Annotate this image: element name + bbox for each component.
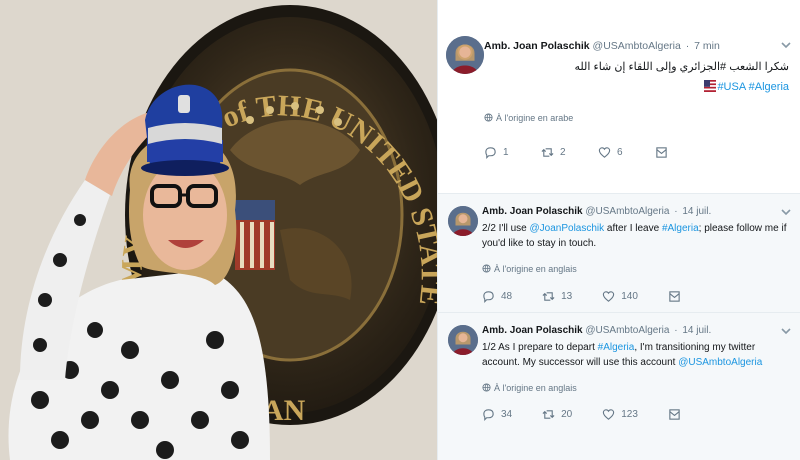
avatar[interactable] bbox=[448, 206, 478, 236]
direct-message-button[interactable] bbox=[668, 290, 681, 303]
translate-link[interactable]: À l'origine en anglais bbox=[482, 383, 577, 393]
translate-link[interactable]: À l'origine en arabe bbox=[484, 113, 573, 123]
reply-icon bbox=[485, 147, 496, 159]
tweet-time[interactable]: 14 juil. bbox=[682, 206, 711, 217]
tweet-hashtags: #USA #Algeria bbox=[704, 80, 789, 93]
tweet-header: Amb. Joan Polaschik @USAmbtoAlgeria · 7 … bbox=[484, 40, 779, 52]
tweet-actions: 1 2 6 bbox=[484, 146, 698, 159]
mention-link[interactable]: @JoanPolaschik bbox=[530, 223, 605, 234]
translate-link[interactable]: À l'origine en anglais bbox=[482, 264, 577, 274]
ambassador-photo: ARMY AGENCY of THE UNITED STATES of AMER… bbox=[0, 0, 437, 460]
retweet-button[interactable]: 2 bbox=[541, 146, 568, 159]
tweet-time[interactable]: 14 juil. bbox=[682, 325, 711, 336]
globe-icon bbox=[484, 113, 493, 122]
tweet-text: 1/2 As I prepare to depart #Algeria, I'm… bbox=[482, 340, 789, 370]
author-name[interactable]: Amb. Joan Polaschik bbox=[484, 40, 590, 52]
retweet-count: 2 bbox=[560, 147, 566, 158]
avatar[interactable] bbox=[448, 325, 478, 355]
tweet-text: شكرا الشعب #الجزائري وإلى اللقاء إن شاء … bbox=[574, 61, 789, 73]
mention-link[interactable]: @USAmbtoAlgeria bbox=[678, 357, 762, 368]
tweet-text: 2/2 I'll use @JoanPolaschik after I leav… bbox=[482, 221, 789, 251]
tweet-card[interactable]: Amb. Joan Polaschik @USAmbtoAlgeria · 14… bbox=[438, 193, 800, 312]
retweet-button[interactable]: 20 bbox=[542, 408, 572, 421]
direct-message-button[interactable] bbox=[668, 408, 681, 421]
author-name[interactable]: Amb. Joan Polaschik bbox=[482, 206, 583, 217]
like-count: 140 bbox=[621, 291, 638, 302]
like-count: 123 bbox=[621, 409, 638, 420]
reply-button[interactable]: 34 bbox=[482, 408, 512, 421]
retweet-icon bbox=[541, 148, 554, 157]
heart-icon bbox=[603, 409, 615, 420]
chevron-down-icon[interactable] bbox=[781, 207, 791, 217]
author-handle[interactable]: @USAmbtoAlgeria bbox=[585, 325, 669, 336]
heart-icon bbox=[603, 291, 615, 302]
photo-illustration: ARMY AGENCY of THE UNITED STATES of AMER… bbox=[0, 0, 437, 460]
tweet-header: Amb. Joan Polaschik @USAmbtoAlgeria · 14… bbox=[482, 206, 779, 217]
chevron-down-icon[interactable] bbox=[781, 326, 791, 336]
hashtag-link[interactable]: #USA bbox=[717, 81, 745, 93]
separator-dot: · bbox=[674, 325, 678, 336]
tweet-card[interactable]: Amb. Joan Polaschik @USAmbtoAlgeria · 14… bbox=[438, 312, 800, 460]
reply-count: 34 bbox=[501, 409, 513, 420]
author-name[interactable]: Amb. Joan Polaschik bbox=[482, 325, 583, 336]
heart-icon bbox=[598, 147, 611, 158]
reply-icon bbox=[483, 409, 494, 421]
retweet-icon bbox=[542, 410, 555, 419]
like-count: 6 bbox=[617, 147, 623, 158]
retweet-icon bbox=[542, 292, 555, 301]
reply-button[interactable]: 1 bbox=[484, 146, 511, 159]
message-icon bbox=[656, 147, 667, 158]
message-icon bbox=[669, 409, 680, 420]
globe-icon bbox=[482, 383, 491, 392]
us-flag-icon bbox=[704, 80, 717, 92]
globe-icon bbox=[482, 264, 491, 273]
separator-dot: · bbox=[685, 40, 690, 52]
tweet-time[interactable]: 7 min bbox=[694, 40, 720, 52]
retweet-button[interactable]: 13 bbox=[542, 290, 572, 303]
tweet-timeline: Amb. Joan Polaschik @USAmbtoAlgeria · 7 … bbox=[437, 0, 800, 460]
direct-message-button[interactable] bbox=[655, 146, 668, 159]
author-handle[interactable]: @USAmbtoAlgeria bbox=[593, 40, 681, 52]
reply-icon bbox=[483, 291, 494, 303]
translate-label: À l'origine en anglais bbox=[494, 264, 577, 274]
reply-count: 1 bbox=[503, 147, 509, 158]
text-segment: 2/2 I'll use bbox=[482, 223, 530, 234]
message-icon bbox=[669, 291, 680, 302]
like-button[interactable]: 123 bbox=[602, 408, 638, 421]
hashtag-link[interactable]: #Algeria bbox=[598, 342, 635, 353]
retweet-count: 13 bbox=[561, 291, 573, 302]
like-button[interactable]: 140 bbox=[602, 290, 638, 303]
reply-count: 48 bbox=[501, 291, 513, 302]
tweet-card[interactable]: Amb. Joan Polaschik @USAmbtoAlgeria · 7 … bbox=[438, 0, 800, 193]
author-handle[interactable]: @USAmbtoAlgeria bbox=[585, 206, 669, 217]
translate-label: À l'origine en arabe bbox=[496, 113, 574, 123]
tweet-header: Amb. Joan Polaschik @USAmbtoAlgeria · 14… bbox=[482, 325, 779, 336]
retweet-count: 20 bbox=[561, 409, 573, 420]
hashtag-link[interactable]: #Algeria bbox=[662, 223, 699, 234]
like-button[interactable]: 6 bbox=[598, 146, 625, 159]
avatar[interactable] bbox=[446, 36, 484, 74]
translate-label: À l'origine en anglais bbox=[494, 383, 577, 393]
chevron-down-icon[interactable] bbox=[781, 40, 791, 50]
tweet-actions: 48 13 140 bbox=[482, 290, 711, 303]
separator-dot: · bbox=[674, 206, 678, 217]
text-segment: 1/2 As I prepare to depart bbox=[482, 342, 598, 353]
tweet-actions: 34 20 123 bbox=[482, 408, 711, 421]
text-segment: after I leave bbox=[604, 223, 662, 234]
hashtag-link[interactable]: #Algeria bbox=[749, 81, 789, 93]
reply-button[interactable]: 48 bbox=[482, 290, 512, 303]
